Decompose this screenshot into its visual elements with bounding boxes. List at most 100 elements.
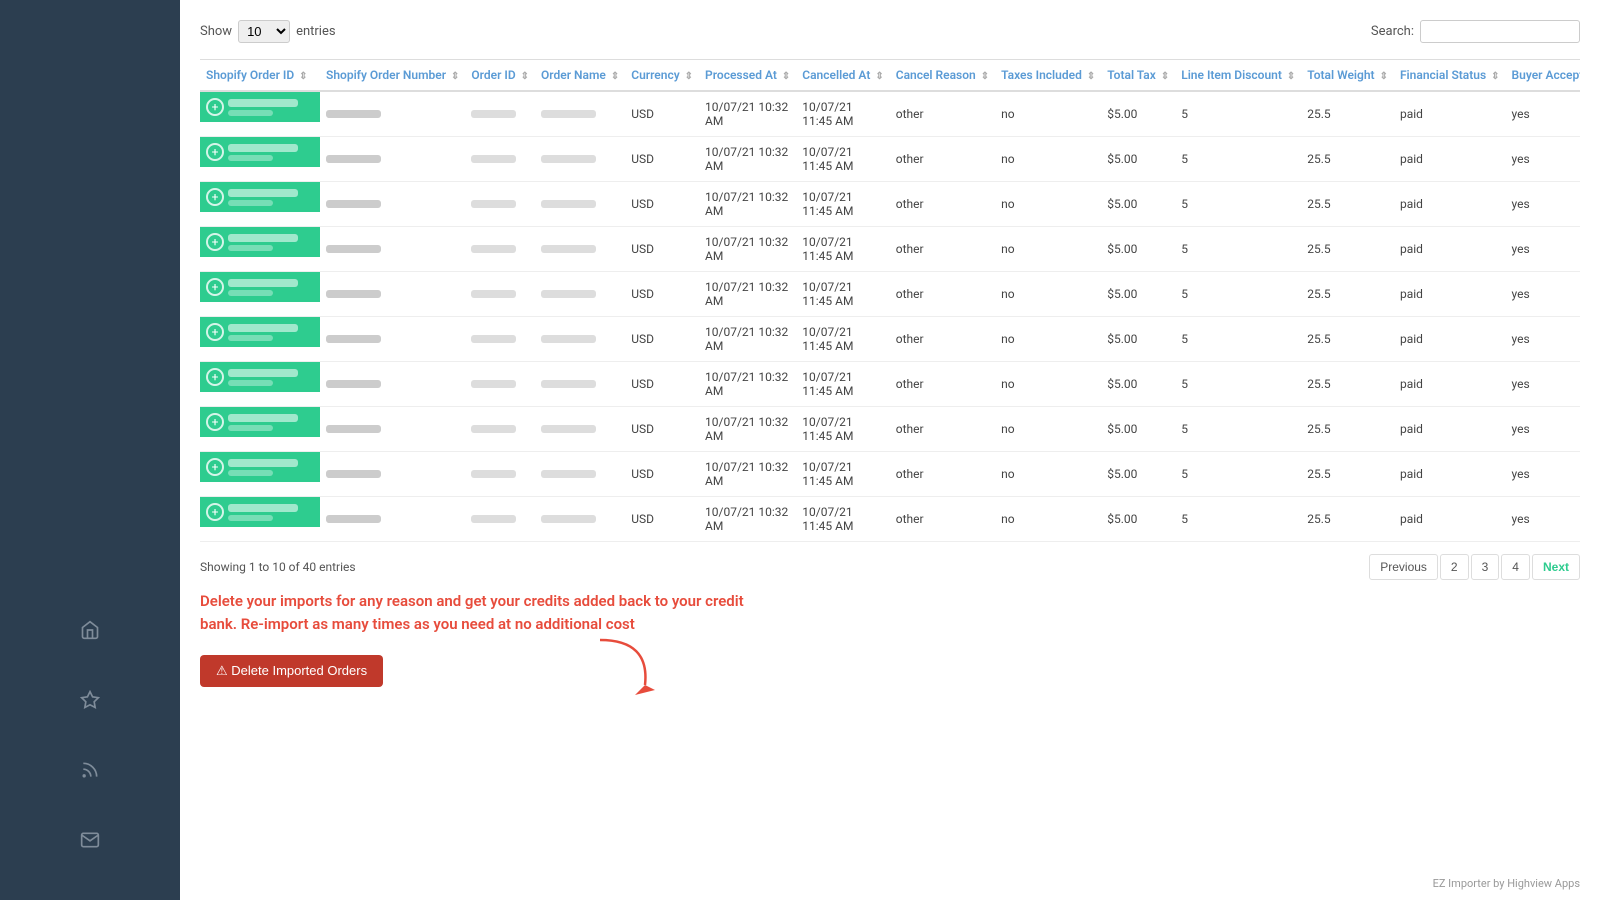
prev-page-button[interactable]: Previous xyxy=(1369,554,1438,580)
star-icon[interactable] xyxy=(70,680,110,720)
order-id-cell: + xyxy=(200,227,320,257)
taxes-included-cell: no xyxy=(995,407,1101,452)
blurred-order-id xyxy=(471,155,516,163)
blurred-id-bar xyxy=(228,99,298,107)
total-tax-cell: $5.00 xyxy=(1101,137,1175,182)
total-tax-cell: $5.00 xyxy=(1101,182,1175,227)
table-row: + USD10/07/21 10:32 AM10/07/21 11:45 AMo… xyxy=(200,452,1580,497)
shopify-order-number-cell xyxy=(320,362,465,407)
buyer-accepts-marketing-cell: yes xyxy=(1506,272,1580,317)
buyer-accepts-marketing-cell: yes xyxy=(1506,497,1580,542)
shopify-order-number-cell xyxy=(320,317,465,362)
rss-icon[interactable] xyxy=(70,750,110,790)
store-icon[interactable] xyxy=(70,610,110,650)
blurred-order-num xyxy=(326,155,381,163)
order-name-cell xyxy=(535,497,625,542)
table-row: + USD10/07/21 10:32 AM10/07/21 11:45 AMo… xyxy=(200,227,1580,272)
sort-icon-line-item-discount: ⇕ xyxy=(1287,71,1295,82)
financial-status-cell: paid xyxy=(1394,137,1506,182)
mail-icon[interactable] xyxy=(70,820,110,860)
col-cancelled-at[interactable]: Cancelled At ⇕ xyxy=(796,60,889,91)
order-id-cell-2 xyxy=(465,227,535,272)
cancel-reason-cell: other xyxy=(890,227,995,272)
order-id-cell-2 xyxy=(465,362,535,407)
expand-icon[interactable]: + xyxy=(206,368,224,386)
total-tax-cell: $5.00 xyxy=(1101,362,1175,407)
page-4-button[interactable]: 4 xyxy=(1501,554,1530,580)
blurred-order-name xyxy=(541,470,596,478)
col-order-name[interactable]: Order Name ⇕ xyxy=(535,60,625,91)
page-3-button[interactable]: 3 xyxy=(1471,554,1500,580)
order-name-cell xyxy=(535,317,625,362)
blurred-order-id xyxy=(471,200,516,208)
taxes-included-cell: no xyxy=(995,137,1101,182)
annotation-text: Delete your imports for any reason and g… xyxy=(200,590,760,635)
col-financial-status[interactable]: Financial Status ⇕ xyxy=(1394,60,1506,91)
col-total-weight[interactable]: Total Weight ⇕ xyxy=(1301,60,1394,91)
expand-icon[interactable]: + xyxy=(206,458,224,476)
line-item-discount-cell: 5 xyxy=(1175,452,1301,497)
next-page-button[interactable]: Next xyxy=(1532,554,1580,580)
line-item-discount-cell: 5 xyxy=(1175,91,1301,137)
expand-icon[interactable]: + xyxy=(206,143,224,161)
cancelled-at-cell: 10/07/21 11:45 AM xyxy=(796,317,889,362)
blurred-order-name xyxy=(541,425,596,433)
search-input[interactable] xyxy=(1420,20,1580,43)
taxes-included-cell: no xyxy=(995,362,1101,407)
total-weight-cell: 25.5 xyxy=(1301,137,1394,182)
sort-icon-cancelled-at: ⇕ xyxy=(875,71,883,82)
entries-select[interactable]: 10 25 50 100 xyxy=(238,20,290,43)
expand-icon[interactable]: + xyxy=(206,278,224,296)
currency-cell: USD xyxy=(625,452,699,497)
col-buyer-accepts-marketing[interactable]: Buyer Accepts Marketing ⇕ xyxy=(1506,60,1580,91)
col-processed-at[interactable]: Processed At ⇕ xyxy=(699,60,796,91)
order-id-cell-2 xyxy=(465,497,535,542)
blurred-id-bar-2 xyxy=(228,470,273,476)
blurred-id-bar-2 xyxy=(228,155,273,161)
blurred-order-name xyxy=(541,380,596,388)
expand-icon[interactable]: + xyxy=(206,323,224,341)
processed-at-cell: 10/07/21 10:32 AM xyxy=(699,407,796,452)
total-tax-cell: $5.00 xyxy=(1101,91,1175,137)
sort-icon-processed-at: ⇕ xyxy=(782,71,790,82)
blurred-id-bar-2 xyxy=(228,515,273,521)
processed-at-cell: 10/07/21 10:32 AM xyxy=(699,317,796,362)
col-line-item-discount[interactable]: Line Item Discount ⇕ xyxy=(1175,60,1301,91)
expand-icon[interactable]: + xyxy=(206,413,224,431)
blurred-id-bar-2 xyxy=(228,110,273,116)
col-currency[interactable]: Currency ⇕ xyxy=(625,60,699,91)
table-row: + USD10/07/21 10:32 AM10/07/21 11:45 AMo… xyxy=(200,272,1580,317)
buyer-accepts-marketing-cell: yes xyxy=(1506,182,1580,227)
expand-icon[interactable]: + xyxy=(206,98,224,116)
blurred-order-name xyxy=(541,110,596,118)
total-weight-cell: 25.5 xyxy=(1301,407,1394,452)
cancelled-at-cell: 10/07/21 11:45 AM xyxy=(796,407,889,452)
financial-status-cell: paid xyxy=(1394,362,1506,407)
col-shopify-order-id[interactable]: Shopify Order ID ⇕ xyxy=(200,60,320,91)
show-entries-control: Show 10 25 50 100 entries xyxy=(200,20,336,43)
order-id-cell-2 xyxy=(465,452,535,497)
col-cancel-reason[interactable]: Cancel Reason ⇕ xyxy=(890,60,995,91)
processed-at-cell: 10/07/21 10:32 AM xyxy=(699,272,796,317)
orders-table-container: Shopify Order ID ⇕ Shopify Order Number … xyxy=(200,59,1580,542)
col-total-tax[interactable]: Total Tax ⇕ xyxy=(1101,60,1175,91)
cancelled-at-cell: 10/07/21 11:45 AM xyxy=(796,91,889,137)
sort-icon-financial-status: ⇕ xyxy=(1491,71,1499,82)
col-order-id[interactable]: Order ID ⇕ xyxy=(465,60,535,91)
expand-icon[interactable]: + xyxy=(206,503,224,521)
col-taxes-included[interactable]: Taxes Included ⇕ xyxy=(995,60,1101,91)
page-2-button[interactable]: 2 xyxy=(1440,554,1469,580)
sort-icon-shopify-order-number: ⇕ xyxy=(451,71,459,82)
total-tax-cell: $5.00 xyxy=(1101,497,1175,542)
shopify-order-number-cell xyxy=(320,497,465,542)
blurred-order-num xyxy=(326,380,381,388)
col-shopify-order-number[interactable]: Shopify Order Number ⇕ xyxy=(320,60,465,91)
cancel-reason-cell: other xyxy=(890,362,995,407)
expand-icon[interactable]: + xyxy=(206,188,224,206)
blurred-id-bar-2 xyxy=(228,200,273,206)
shopify-order-number-cell xyxy=(320,407,465,452)
blurred-order-id xyxy=(471,245,516,253)
currency-cell: USD xyxy=(625,91,699,137)
expand-icon[interactable]: + xyxy=(206,233,224,251)
delete-imported-orders-button[interactable]: ⚠ Delete Imported Orders xyxy=(200,655,383,687)
